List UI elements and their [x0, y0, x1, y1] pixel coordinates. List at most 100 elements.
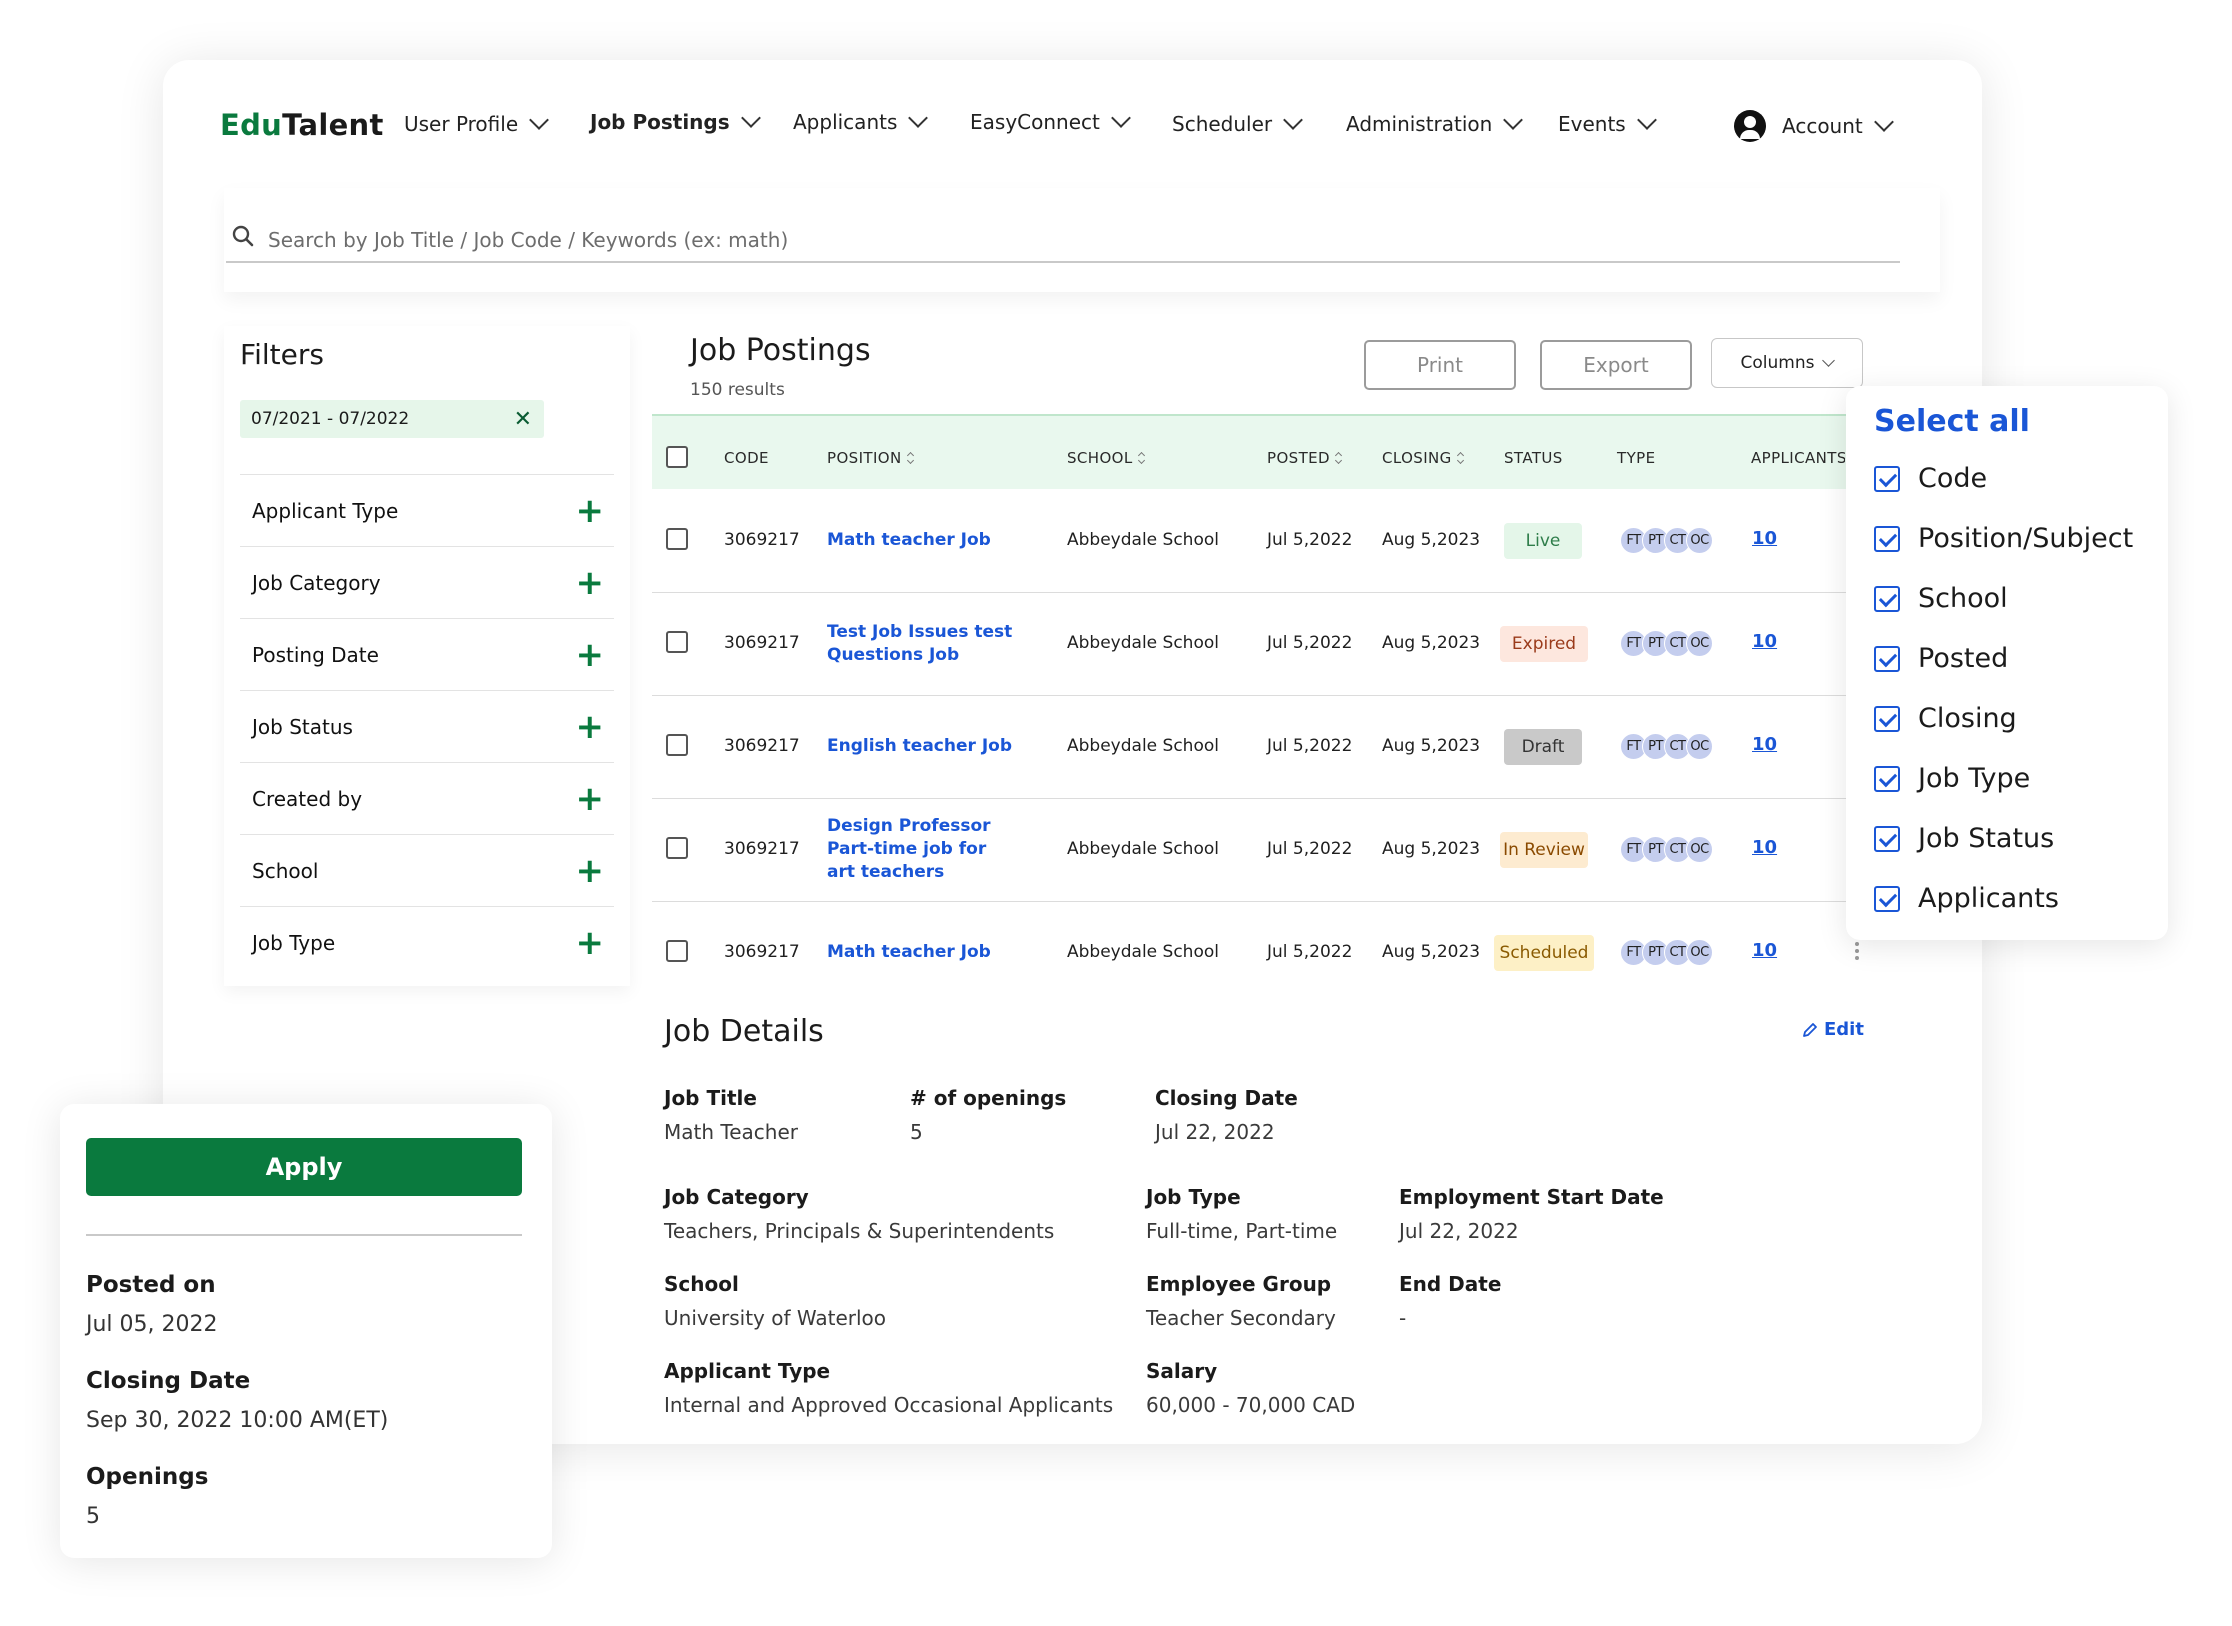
column-option-job-type[interactable]: Job Type: [1874, 763, 2030, 794]
nav-administration[interactable]: Administration: [1346, 110, 1524, 136]
plus-icon[interactable]: +: [576, 638, 605, 672]
edit-button[interactable]: Edit: [1802, 1019, 1864, 1040]
columns-dropdown-button[interactable]: Columns: [1711, 338, 1863, 388]
column-option-applicants[interactable]: Applicants: [1874, 883, 2059, 914]
row-checkbox[interactable]: [666, 836, 688, 859]
print-button[interactable]: Print: [1364, 340, 1516, 390]
plus-icon[interactable]: +: [576, 710, 605, 744]
apply-button[interactable]: Apply: [86, 1138, 522, 1196]
row-applicants-link[interactable]: 10: [1752, 528, 1777, 549]
closing-date-value: Jul 22, 2022: [1155, 1120, 1275, 1144]
chevron-down-icon: [1873, 112, 1894, 132]
checkbox-checked-icon[interactable]: [1874, 825, 1900, 852]
checkbox-checked-icon[interactable]: [1874, 525, 1900, 552]
type-chip-group: FT PT CT OC: [1620, 629, 1713, 657]
row-posted: Jul 5,2022: [1267, 838, 1353, 859]
salary-label: Salary: [1146, 1359, 1218, 1383]
nav-label: Events: [1558, 112, 1626, 136]
row-code: 3069217: [724, 735, 800, 756]
row-position-link[interactable]: Math teacher Job: [827, 529, 1017, 552]
row-applicants-link[interactable]: 10: [1752, 631, 1777, 652]
job-details-title: Job Details: [664, 1014, 824, 1049]
checkbox-checked-icon[interactable]: [1874, 705, 1900, 732]
plus-icon[interactable]: +: [576, 494, 605, 528]
select-all-link[interactable]: Select all: [1874, 404, 2030, 439]
row-posted: Jul 5,2022: [1267, 529, 1353, 550]
filter-job-category[interactable]: Job Category +: [240, 546, 614, 619]
filter-label: School: [252, 859, 319, 883]
row-position-link[interactable]: Math teacher Job: [827, 941, 1017, 964]
checkbox-checked-icon[interactable]: [1874, 645, 1900, 672]
nav-scheduler[interactable]: Scheduler: [1172, 110, 1304, 136]
column-option-posted[interactable]: Posted: [1874, 643, 2008, 674]
brand-logo[interactable]: EduTalent: [220, 108, 384, 142]
row-position-link[interactable]: English teacher Job: [827, 735, 1017, 758]
row-checkbox[interactable]: [666, 939, 688, 962]
job-type-chip: OC: [1686, 835, 1713, 863]
column-option-job-status[interactable]: Job Status: [1874, 823, 2054, 854]
column-header-status[interactable]: STATUS: [1504, 449, 1563, 467]
search-input[interactable]: [268, 223, 1268, 257]
chevron-down-icon: [1283, 110, 1304, 130]
checkbox-checked-icon[interactable]: [1874, 765, 1900, 792]
filter-applicant-type[interactable]: Applicant Type +: [240, 474, 614, 547]
column-header-position[interactable]: POSITION: [827, 449, 914, 467]
column-header-code[interactable]: CODE: [724, 449, 769, 467]
active-filter-chip: 07/2021 - 07/2022 ✕: [240, 400, 544, 438]
job-title-label: Job Title: [664, 1086, 757, 1110]
job-type-chip: OC: [1686, 629, 1713, 657]
select-all-rows-checkbox[interactable]: [666, 446, 688, 468]
plus-icon[interactable]: +: [576, 782, 605, 816]
row-applicants-link[interactable]: 10: [1752, 734, 1777, 755]
checkbox-checked-icon[interactable]: [1874, 885, 1900, 912]
chip-label: 07/2021 - 07/2022: [251, 409, 410, 429]
nav-user-profile[interactable]: User Profile: [404, 110, 550, 136]
more-vertical-icon[interactable]: [1854, 942, 1860, 960]
row-applicants-link[interactable]: 10: [1752, 837, 1777, 858]
columns-label: Columns: [1740, 353, 1815, 373]
nav-account[interactable]: Account: [1734, 110, 1894, 142]
nav-applicants[interactable]: Applicants: [793, 108, 929, 134]
filter-created-by[interactable]: Created by +: [240, 762, 614, 835]
chevron-down-icon: [1822, 354, 1836, 367]
row-checkbox[interactable]: [666, 733, 688, 756]
column-option-code[interactable]: Code: [1874, 463, 1987, 494]
filter-job-status[interactable]: Job Status +: [240, 690, 614, 763]
type-chip-group: FT PT CT OC: [1620, 835, 1713, 863]
employment-start-label: Employment Start Date: [1399, 1185, 1664, 1209]
row-position-link[interactable]: Design Professor Part-time job for art t…: [827, 815, 1017, 884]
column-header-posted[interactable]: POSTED: [1267, 449, 1343, 467]
column-header-school[interactable]: SCHOOL: [1067, 449, 1145, 467]
close-icon[interactable]: ✕: [514, 407, 532, 432]
column-option-school[interactable]: School: [1874, 583, 2008, 614]
row-divider: [652, 798, 1850, 799]
filter-school[interactable]: School +: [240, 834, 614, 907]
pencil-icon: [1803, 1022, 1817, 1037]
plus-icon[interactable]: +: [576, 566, 605, 600]
column-header-applicants[interactable]: APPLICANTS: [1751, 449, 1845, 467]
export-button[interactable]: Export: [1540, 340, 1692, 390]
row-applicants-link[interactable]: 10: [1752, 940, 1777, 961]
row-checkbox[interactable]: [666, 527, 688, 550]
openings-value: 5: [910, 1120, 923, 1144]
sort-icon: [1137, 451, 1145, 465]
plus-icon[interactable]: +: [576, 854, 605, 888]
filter-posting-date[interactable]: Posting Date +: [240, 618, 614, 691]
column-header-type[interactable]: TYPE: [1617, 449, 1655, 467]
status-badge: Expired: [1500, 625, 1588, 662]
column-option-closing[interactable]: Closing: [1874, 703, 2017, 734]
job-type-value: Full-time, Part-time: [1146, 1219, 1338, 1243]
nav-easyconnect[interactable]: EasyConnect: [970, 108, 1131, 134]
openings-label: Openings: [86, 1464, 209, 1490]
column-option-position[interactable]: Position/Subject: [1874, 523, 2133, 554]
row-position-link[interactable]: Test Job Issues test Questions Job: [827, 621, 1017, 667]
nav-job-postings[interactable]: Job Postings: [590, 108, 761, 134]
row-checkbox[interactable]: [666, 630, 688, 653]
checkbox-checked-icon[interactable]: [1874, 465, 1900, 492]
nav-events[interactable]: Events: [1558, 110, 1657, 136]
plus-icon[interactable]: +: [576, 926, 605, 960]
column-header-closing[interactable]: CLOSING: [1382, 449, 1464, 467]
filter-job-type[interactable]: Job Type +: [240, 906, 614, 979]
row-school: Abbeydale School: [1067, 632, 1219, 653]
checkbox-checked-icon[interactable]: [1874, 585, 1900, 612]
